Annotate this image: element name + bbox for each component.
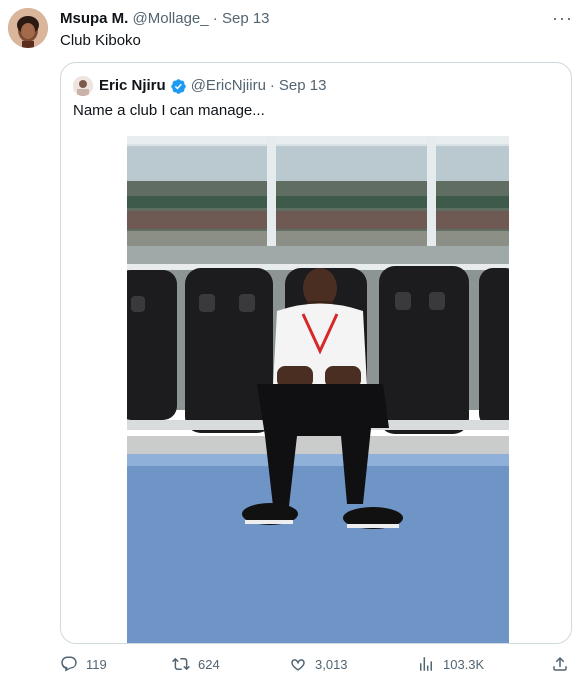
heart-icon [291,659,305,671]
views-count: 103.3K [443,656,485,672]
share-icon [553,656,567,671]
more-icon[interactable]: ··· [552,8,573,29]
tweet-text: Club Kiboko [60,32,141,49]
reply-button[interactable]: 119 [60,655,107,673]
quoted-text: Name a club I can manage... [73,102,265,119]
header-separator: · [212,10,218,27]
author-name[interactable]: Msupa M. [60,10,128,27]
share-button[interactable] [551,655,569,673]
tweet-date[interactable]: Sep 13 [222,10,270,27]
reply-count: 119 [86,656,107,672]
retweet-icon [172,657,190,671]
quoted-author-name[interactable]: Eric Njiru [99,76,166,96]
tweet-actions: 119 624 3,013 103.3K [0,655,583,681]
quoted-photo[interactable] [127,136,509,643]
quoted-header: Eric Njiru @EricNjiiru · Sep 13 [73,76,326,96]
retweet-button[interactable]: 624 [172,655,220,673]
retweet-count: 624 [198,656,220,672]
views-icon [420,657,432,671]
quoted-date[interactable]: Sep 13 [279,76,327,96]
reply-icon [61,656,77,672]
quoted-separator: · [269,77,275,94]
author-avatar[interactable] [8,8,48,48]
like-button[interactable]: 3,013 [289,655,348,673]
quoted-author-handle[interactable]: @EricNjiiru [191,76,266,96]
author-handle[interactable]: @Mollage_ [133,10,209,27]
views-button[interactable]: 103.3K [417,655,484,673]
tweet-header: Msupa M. @Mollage_ · Sep 13 [60,9,270,29]
quoted-tweet[interactable]: Eric Njiru @EricNjiiru · Sep 13 Name a c… [60,62,572,644]
verified-badge-icon [170,78,186,94]
quoted-author-avatar[interactable] [73,76,93,96]
like-count: 3,013 [315,656,348,672]
